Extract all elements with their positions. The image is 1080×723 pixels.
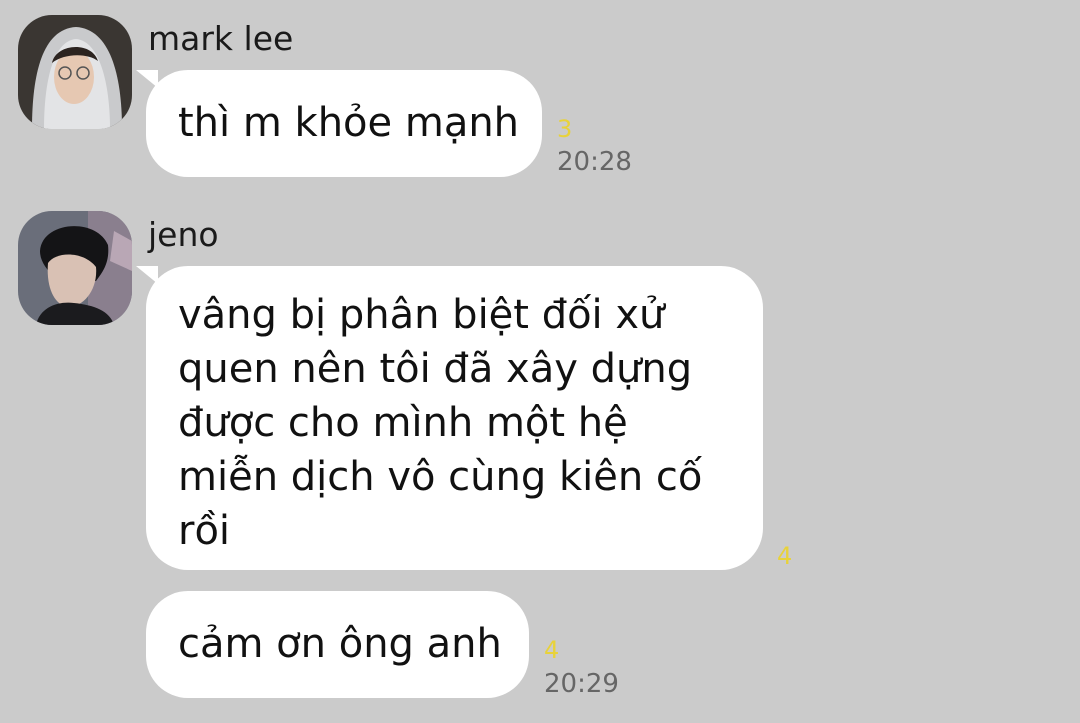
message-text-line: vâng bị phân biệt đối xử — [178, 292, 665, 338]
message-text: thì m khỏe mạnh — [178, 100, 520, 146]
message-time: 20:29 — [544, 669, 619, 699]
unread-count: 3 — [557, 115, 573, 143]
unread-count: 4 — [777, 542, 793, 570]
message-time: 20:28 — [557, 147, 632, 177]
bubble-tail — [136, 70, 158, 88]
mark-lee-avatar[interactable] — [18, 15, 132, 129]
message-bubble[interactable]: thì m khỏe mạnh — [136, 70, 542, 177]
message-text-line: được cho mình một hệ — [178, 400, 628, 446]
sender-name: mark lee — [148, 19, 294, 58]
message-text-line: quen nên tôi đã xây dựng — [178, 346, 693, 392]
message-text-line: miễn dịch vô cùng kiên cố — [178, 454, 703, 500]
bubble-tail — [136, 266, 158, 284]
unread-count: 4 — [544, 636, 560, 664]
profile-photo-icon — [18, 211, 132, 325]
profile-photo-icon — [18, 15, 132, 129]
jeno-avatar[interactable] — [18, 211, 132, 325]
message-text: cảm ơn ông anh — [178, 621, 502, 667]
message-bubble: cảm ơn ông anh — [146, 591, 529, 698]
message-text-line: rồi — [178, 508, 231, 554]
message-bubble[interactable]: vâng bị phân biệt đối xử quen nên tôi đã… — [136, 266, 763, 570]
sender-name: jeno — [148, 215, 219, 254]
